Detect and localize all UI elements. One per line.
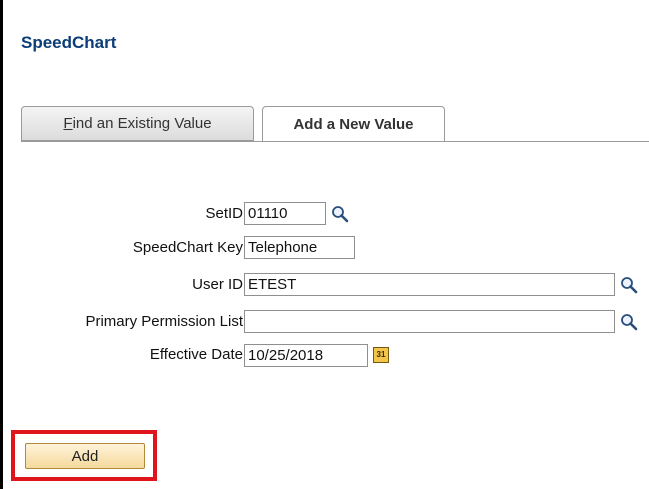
primary-permission-list-lookup-icon[interactable] [620, 313, 638, 331]
tab-find-accesskey: F [63, 115, 73, 132]
user-id-label: User ID [192, 276, 243, 293]
user-id-lookup-icon[interactable] [620, 276, 638, 294]
tab-divider [21, 141, 649, 142]
calendar-icon[interactable]: 31 [373, 347, 389, 363]
setid-lookup-icon[interactable] [331, 205, 349, 223]
speedchart-key-label: SpeedChart Key [132, 239, 243, 256]
setid-label: SetID [205, 205, 243, 222]
tab-add-new-value[interactable]: Add a New Value [262, 106, 445, 142]
tab-find-existing-value[interactable]: Find an Existing Value [21, 106, 254, 141]
page-title: SpeedChart [21, 33, 117, 52]
tab-add-label: Add a New Value [293, 116, 414, 133]
user-id-input[interactable] [244, 273, 615, 296]
left-border [0, 0, 3, 489]
add-button[interactable]: Add [25, 443, 145, 469]
tab-find-label: ind an Existing Value [72, 115, 212, 132]
setid-input[interactable] [244, 202, 326, 225]
speedchart-key-input[interactable] [244, 236, 355, 259]
effective-date-label: Effective Date [149, 346, 243, 363]
effective-date-input[interactable] [244, 344, 368, 367]
tab-bar: Find an Existing Value Add a New Value [21, 106, 649, 142]
primary-permission-list-input[interactable] [244, 310, 615, 333]
primary-permission-list-label: Primary Permission List [85, 313, 243, 330]
add-button-highlight: Add [11, 430, 157, 481]
